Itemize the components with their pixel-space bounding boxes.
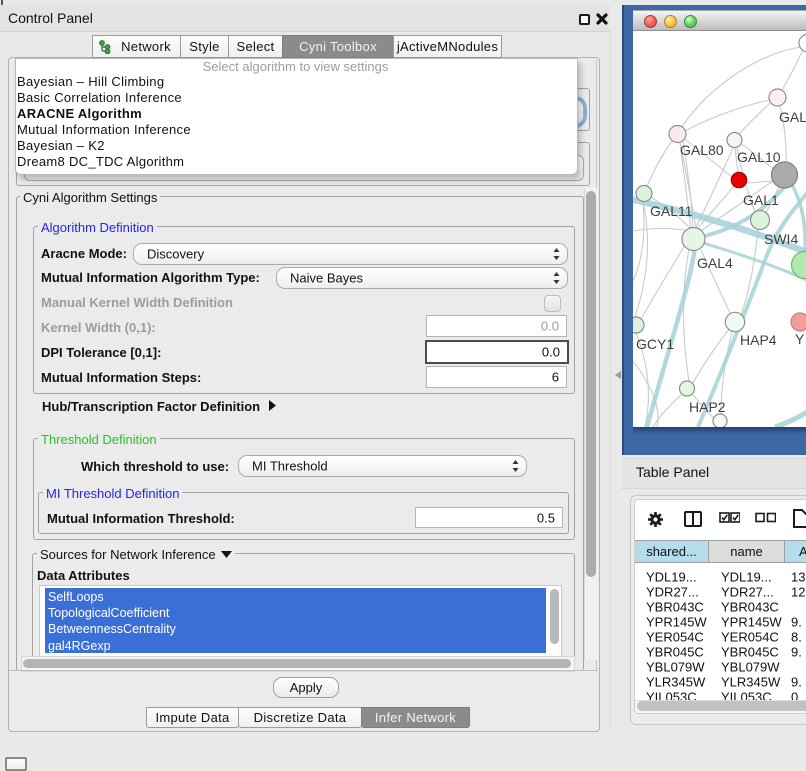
svg-text:SWI4: SWI4 [764, 231, 798, 247]
svg-text:HAP2: HAP2 [689, 399, 726, 415]
svg-text:Y: Y [795, 331, 805, 347]
svg-text:GAL80: GAL80 [680, 142, 724, 158]
svg-text:GAL2: GAL2 [779, 109, 806, 125]
svg-text:GAL4: GAL4 [697, 255, 733, 271]
svg-text:GAL11: GAL11 [650, 203, 693, 219]
svg-text:GCY1: GCY1 [636, 336, 674, 352]
svg-text:GAL1: GAL1 [743, 192, 779, 208]
svg-text:GAL10: GAL10 [737, 149, 781, 165]
svg-text:HAP4: HAP4 [740, 332, 777, 348]
